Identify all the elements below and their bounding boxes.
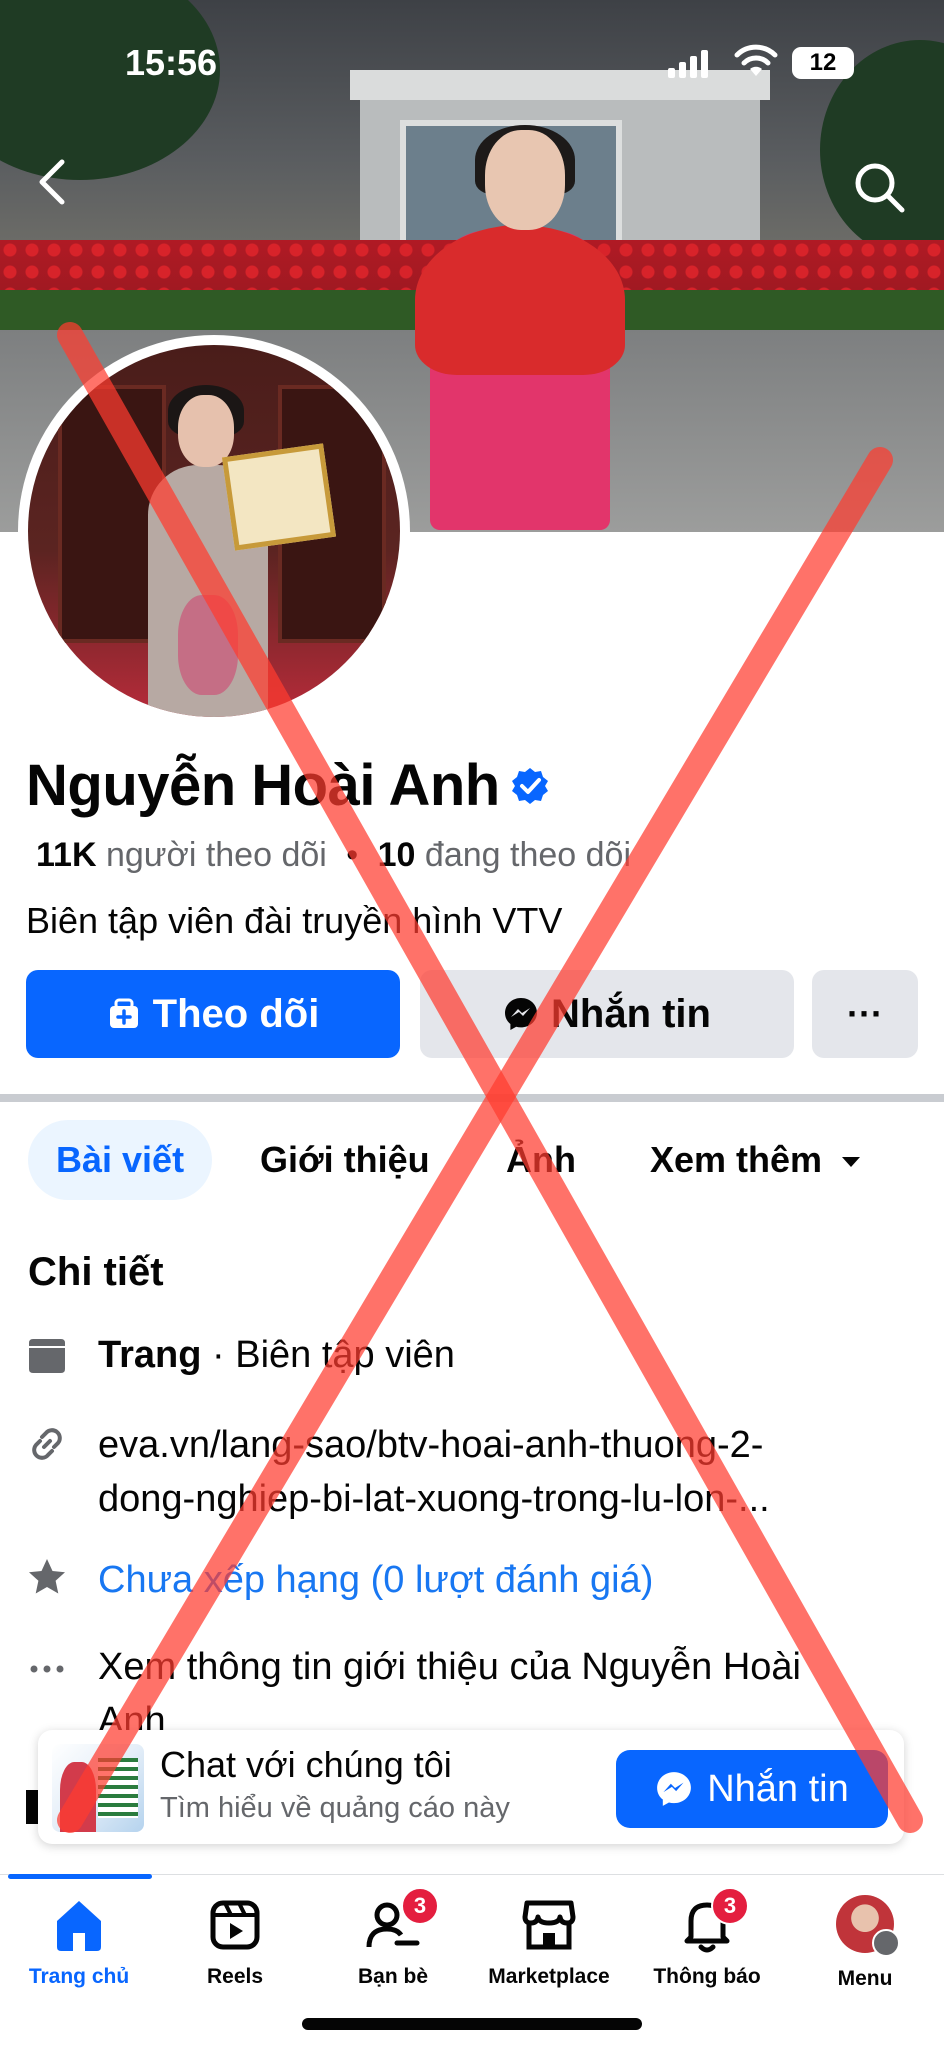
nav-friends[interactable]: 3 Bạn bè [318,1887,468,1989]
message-button-label: Nhắn tin [551,991,711,1036]
ad-message-button[interactable]: Nhắn tin [616,1750,888,1828]
notifications-badge: 3 [711,1887,749,1925]
tab-about[interactable]: Giới thiệu [260,1120,430,1200]
cover-person-scarf [415,225,625,375]
nav-marketplace[interactable]: Marketplace [474,1893,624,1989]
website-link-line1: eva.vn/lang-sao/btv-hoai-anh-thuong-2- [98,1424,764,1466]
profile-avatar[interactable] [18,335,410,727]
nav-menu[interactable]: Menu [790,1893,940,1991]
active-tab-indicator [8,1874,152,1879]
nav-reels[interactable]: Reels [160,1893,310,1989]
see-about-line1: Xem thông tin giới thiệu của Nguyễn Hoài [98,1646,801,1688]
content-peek [26,1790,38,1824]
ad-message-button-label: Nhắn tin [707,1767,849,1810]
nav-marketplace-label: Marketplace [488,1965,610,1988]
nav-friends-label: Bạn bè [357,1965,428,1988]
nav-notifications-label: Thông báo [653,1965,761,1988]
page-category-icon [29,1339,65,1373]
tab-photos[interactable]: Ảnh [506,1120,576,1200]
profile-bio: Biên tập viên đài truyền hình VTV [26,900,563,941]
website-link[interactable]: eva.vn/lang-sao/btv-hoai-anh-thuong-2- d… [98,1418,770,1526]
cover-tree [0,0,220,180]
following-count[interactable]: 10 [378,836,416,874]
search-icon[interactable] [852,160,906,214]
messenger-icon [657,1772,692,1806]
friends-badge: 3 [401,1887,439,1925]
menu-avatar [836,1895,900,1957]
home-icon [57,1901,101,1951]
bell-icon-wrap: 3 [675,1887,749,1957]
wifi-icon [734,44,778,76]
rating-row[interactable]: Chưa xếp hạng (0 lượt đánh giá) [98,1553,653,1607]
nav-home[interactable]: Trang chủ [4,1893,154,1989]
sponsored-chat-card[interactable]: Chat với chúng tôi Tìm hiểu về quảng cáo… [38,1730,904,1844]
profile-name: Nguyễn Hoài Anh [26,753,500,818]
back-arrow-icon[interactable] [34,158,70,206]
more-options-button[interactable]: ··· [812,970,918,1058]
tab-see-more-label: Xem thêm [650,1139,823,1180]
cellular-signal-icon [668,50,708,78]
profile-tabs: Bài viết Giới thiệu Ảnh Xem thêm [0,1120,944,1200]
nav-menu-label: Menu [837,1967,893,1990]
stats-separator: • [346,836,359,874]
verified-badge-icon [511,767,548,804]
nav-home-label: Trang chủ [28,1965,130,1988]
status-time: 15:56 [125,42,218,83]
messenger-icon [505,998,537,1030]
ad-title: Chat với chúng tôi [160,1744,452,1785]
home-indicator [302,2018,642,2030]
tab-see-more[interactable]: Xem thêm [650,1120,862,1200]
profile-stats: 11K người theo dõi • 10 đang theo dõi [36,836,631,875]
battery-indicator: 12 [792,47,854,79]
marketplace-icon [522,1900,576,1950]
details-title: Chi tiết [28,1250,164,1294]
menu-badge-icon [872,1929,900,1957]
profile-name-row: Nguyễn Hoài Anh [26,752,550,819]
followers-count[interactable]: 11K [36,836,97,874]
link-icon [32,1428,62,1460]
ad-subtitle[interactable]: Tìm hiểu về quảng cáo này [160,1792,510,1825]
cover-person-face [485,130,565,230]
category-type: Trang [98,1334,202,1376]
more-options-icon: ··· [847,993,883,1034]
website-link-line2: dong-nghiep-bi-lat-xuong-trong-lu-lon-..… [98,1478,770,1520]
section-divider [0,1094,944,1102]
followers-label[interactable]: người theo dõi [106,836,327,874]
more-dots-icon [30,1665,64,1673]
ad-thumbnail [52,1744,144,1832]
follow-icon [109,998,138,1028]
friends-icon-wrap: 3 [361,1887,439,1957]
nav-notifications[interactable]: 3 Thông báo [632,1887,782,1989]
follow-button[interactable]: Theo dõi [26,970,400,1058]
menu-avatar-wrap [790,1895,940,1959]
follow-button-label: Theo dõi [152,991,320,1036]
nav-reels-label: Reels [206,1965,264,1988]
reels-icon [210,1900,260,1950]
category-row: Trang · Biên tập viên [98,1328,455,1382]
following-label[interactable]: đang theo dõi [425,836,631,874]
message-button[interactable]: Nhắn tin [420,970,794,1058]
caret-down-icon [842,1157,861,1168]
category-value: · Biên tập viên [201,1334,455,1376]
tab-posts[interactable]: Bài viết [28,1120,213,1200]
star-icon [29,1559,65,1594]
